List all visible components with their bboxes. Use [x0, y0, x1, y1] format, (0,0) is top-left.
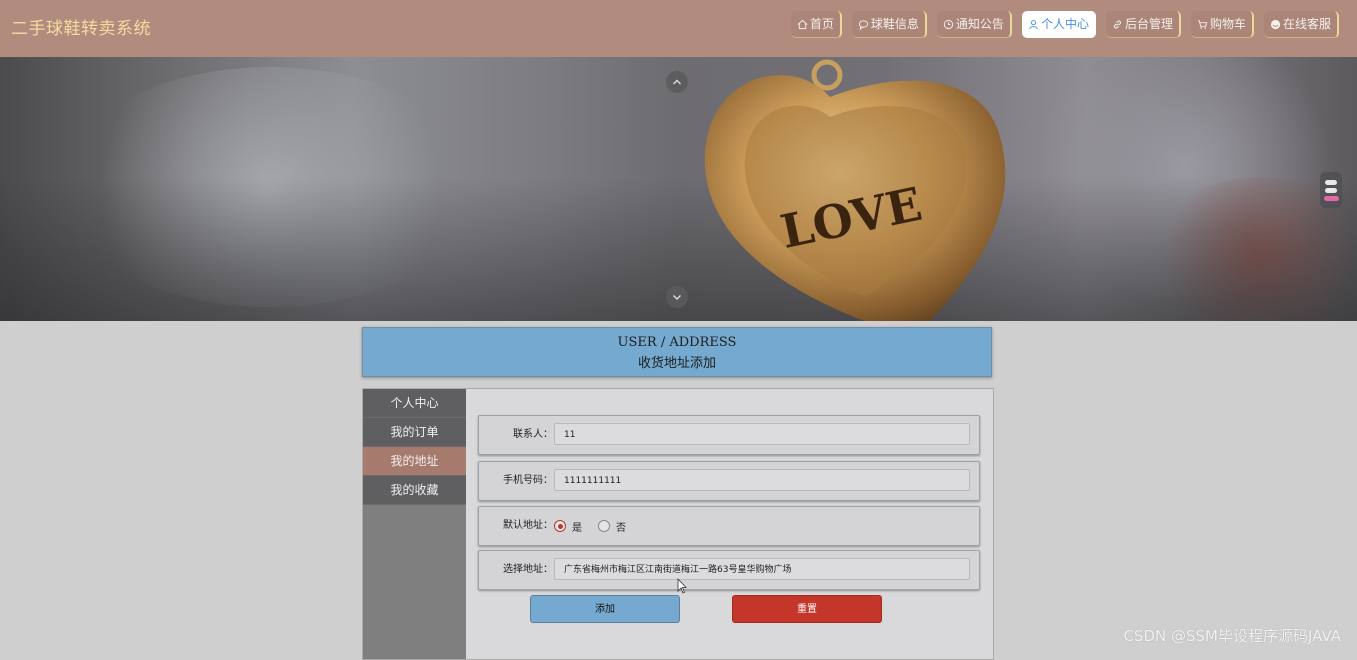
side-item-user-center[interactable]: 个人中心: [363, 389, 466, 418]
support-icon: [1270, 19, 1281, 29]
nav-notice[interactable]: 通知公告: [936, 11, 1012, 38]
nav-label: 购物车: [1209, 17, 1246, 31]
chevron-down-icon: [673, 295, 681, 300]
radio-checked-icon[interactable]: [554, 520, 566, 532]
address-label: 选择地址：: [503, 564, 553, 575]
form-row-default: 默认地址： 是 否: [478, 506, 980, 546]
form-row-address: 选择地址： 广东省梅州市梅江区江南街道梅江一路63号皇华购物广场: [478, 550, 980, 590]
phone-input[interactable]: 1111111111: [554, 469, 970, 491]
banner-carousel: LOVE: [0, 57, 1357, 321]
radio-unchecked-icon[interactable]: [598, 520, 610, 532]
page-title-cn: 收货地址添加: [637, 356, 716, 371]
chat-icon: [858, 19, 868, 30]
address-select[interactable]: 广东省梅州市梅江区江南街道梅江一路63号皇华购物广场: [554, 558, 970, 580]
nav-admin[interactable]: 后台管理: [1105, 11, 1181, 38]
side-item-favorites[interactable]: 我的收藏: [363, 476, 466, 505]
carousel-prev-button[interactable]: [666, 71, 688, 93]
side-item-address[interactable]: 我的地址: [363, 447, 466, 476]
reset-button[interactable]: 重置: [732, 595, 882, 623]
carousel-dot-active[interactable]: [1323, 195, 1339, 201]
form-row-phone: 手机号码： 1111111111: [478, 461, 980, 501]
nav-label: 个人中心: [1040, 17, 1089, 31]
nav-home[interactable]: 首页: [790, 11, 842, 38]
content-panel: 个人中心 我的订单 我的地址 我的收藏 联系人： 11 手机号码： 111111…: [362, 388, 994, 660]
nav-user-center[interactable]: 个人中心: [1021, 11, 1096, 38]
main-nav: 首页 球鞋信息 通知公告 个人中心 后台管理 购物车 在线客服: [790, 11, 1339, 38]
carousel-indicators: [1320, 172, 1342, 208]
top-navbar: 二手球鞋转卖系统 首页 球鞋信息 通知公告 个人中心 后台管理 购物车 在线客服: [0, 0, 1357, 57]
default-label: 默认地址：: [503, 520, 553, 531]
watermark: CSDN @SSM毕设程序源码JAVA: [1123, 627, 1341, 645]
side-menu: 个人中心 我的订单 我的地址 我的收藏: [363, 389, 466, 659]
link-icon: [1113, 20, 1121, 28]
clock-icon: [943, 19, 954, 29]
nav-shoes[interactable]: 球鞋信息: [851, 11, 927, 38]
default-no-label: 否: [616, 522, 626, 534]
nav-support[interactable]: 在线客服: [1263, 11, 1339, 38]
carousel-dot[interactable]: [1325, 187, 1337, 193]
chevron-up-icon: [673, 79, 681, 85]
page-title-en: USER / ADDRESS: [617, 335, 737, 350]
add-button[interactable]: 添加: [530, 595, 680, 623]
default-yes-option[interactable]: 是: [554, 519, 582, 534]
page-title-box: USER / ADDRESS 收货地址添加: [362, 327, 992, 377]
nav-label: 通知公告: [955, 17, 1004, 31]
nav-label: 球鞋信息: [870, 17, 919, 31]
default-yes-label: 是: [572, 522, 582, 534]
home-icon: [797, 19, 808, 29]
form-row-contact: 联系人： 11: [478, 415, 980, 455]
nav-cart[interactable]: 购物车: [1190, 11, 1254, 38]
cart-icon: [1197, 19, 1208, 29]
carousel-dot[interactable]: [1325, 179, 1337, 185]
nav-label: 在线客服: [1282, 17, 1331, 31]
default-radio-group: 是 否: [554, 507, 626, 545]
heart-pendant-image: LOVE: [704, 59, 1006, 321]
default-no-option[interactable]: 否: [598, 519, 626, 534]
mouse-cursor-icon: [677, 578, 687, 594]
phone-label: 手机号码：: [503, 475, 553, 486]
user-icon: [1029, 19, 1038, 29]
contact-label: 联系人：: [513, 429, 553, 440]
nav-label: 后台管理: [1124, 17, 1173, 31]
side-item-orders[interactable]: 我的订单: [363, 418, 466, 447]
site-title: 二手球鞋转卖系统: [11, 19, 151, 39]
nav-label: 首页: [809, 17, 834, 31]
contact-input[interactable]: 11: [554, 423, 970, 445]
carousel-next-button[interactable]: [666, 286, 688, 308]
